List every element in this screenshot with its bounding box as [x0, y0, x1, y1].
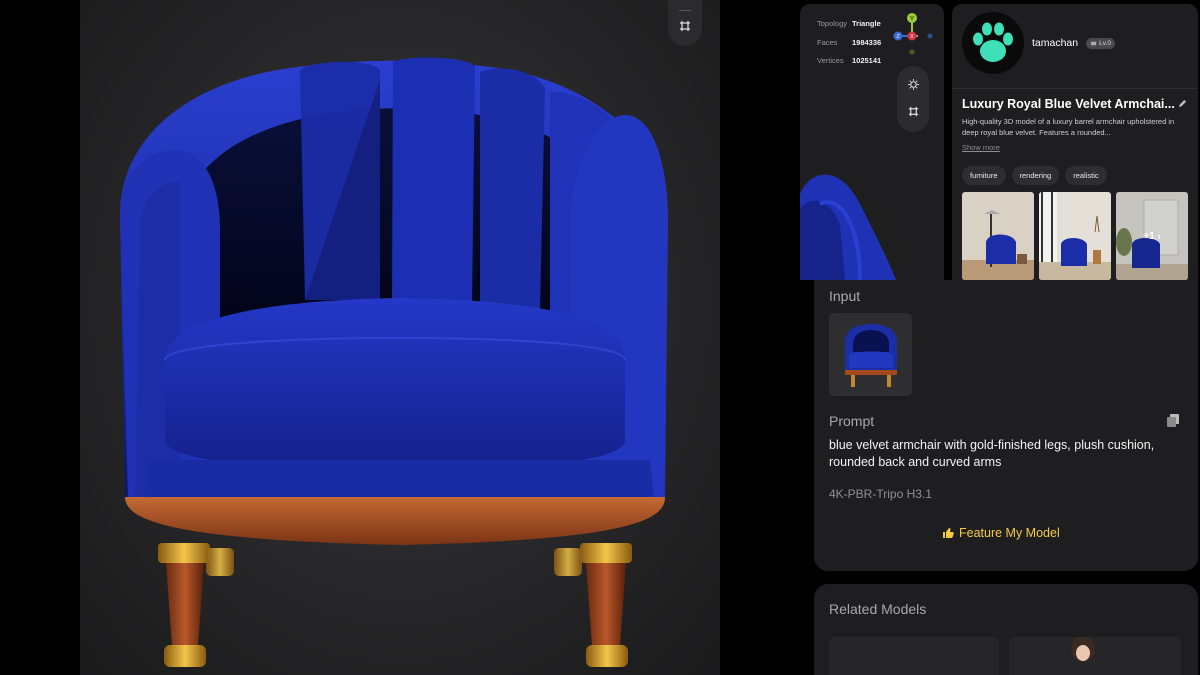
level-text: Lv.0	[1099, 39, 1111, 47]
gallery: +1 ›	[962, 192, 1188, 280]
grid-settings-icon[interactable]	[908, 104, 919, 122]
info-divider	[952, 88, 1198, 89]
level-badge: Lv.0	[1086, 37, 1115, 49]
input-label: Input	[829, 288, 861, 304]
mesh-stats: Topology Triangle Faces 1984336 Vertices…	[817, 15, 881, 71]
stat-row: Faces 1984336	[817, 34, 881, 53]
toolbar-divider	[679, 10, 691, 11]
gallery-thumbnail[interactable]	[962, 192, 1034, 280]
tag-chip[interactable]: rendering	[1011, 166, 1060, 185]
model-viewer[interactable]	[80, 0, 720, 675]
paw-icon	[973, 22, 1013, 62]
author-name[interactable]: tamachan	[1032, 37, 1078, 49]
prompt-text: blue velvet armchair with gold-finished …	[829, 438, 1155, 469]
generation-details: Input Prompt blue velvet armchair with g…	[814, 280, 1198, 571]
model-description: High-quality 3D model of a luxury barrel…	[962, 117, 1175, 137]
stat-value: 1025141	[852, 56, 882, 65]
more-images-overlay[interactable]: +1 ›	[1116, 192, 1188, 280]
related-models-label: Related Models	[829, 601, 927, 617]
related-model-card[interactable]	[1009, 637, 1181, 675]
badge-icon	[1091, 41, 1097, 45]
tag-chip[interactable]: realistic	[1065, 166, 1107, 185]
input-image[interactable]	[829, 313, 912, 396]
prompt-label: Prompt	[829, 413, 875, 429]
gizmo-y-label: Y	[910, 17, 914, 23]
related-model-card[interactable]	[829, 637, 999, 675]
model-info-card: tamachan Lv.0 Luxury Royal Blue Velvet A…	[952, 4, 1198, 280]
inspector-preview	[800, 174, 896, 280]
more-images-count: +1	[1143, 230, 1155, 242]
show-more-link[interactable]: Show more	[962, 143, 1000, 152]
stat-value: Triangle	[852, 19, 881, 28]
axis-gizmo-icon[interactable]: Y Z X	[890, 12, 936, 56]
gallery-thumbnail[interactable]: +1 ›	[1116, 192, 1188, 280]
stat-value: 1984336	[852, 37, 882, 47]
left-margin	[0, 0, 80, 675]
feature-model-button[interactable]: Feature My Model	[942, 526, 1060, 540]
engine-label: 4K-PBR-Tripo H3.1	[829, 487, 932, 501]
thumbs-up-icon	[943, 528, 954, 538]
armchair-render	[120, 57, 669, 667]
avatar[interactable]	[962, 12, 1024, 74]
inspector-toolbar	[897, 66, 929, 132]
related-models-section: Related Models	[814, 584, 1198, 675]
stat-key: Faces	[817, 37, 838, 47]
author-row[interactable]: tamachan Lv.0	[962, 12, 1115, 74]
chevron-right-icon: ›	[1157, 231, 1161, 241]
lighting-icon[interactable]	[907, 77, 919, 95]
grid-settings-icon[interactable]	[679, 19, 691, 37]
gallery-thumbnail[interactable]	[1039, 192, 1111, 280]
model-title: Luxury Royal Blue Velvet Armchai...	[962, 97, 1175, 111]
stat-key: Vertices	[817, 56, 844, 65]
feature-button-label: Feature My Model	[959, 526, 1060, 540]
viewer-toolbar[interactable]	[668, 0, 702, 46]
copy-icon[interactable]	[1167, 414, 1179, 427]
tag-chip[interactable]: furniture	[962, 166, 1006, 185]
stat-row: Topology Triangle	[817, 15, 881, 34]
stat-row: Vertices 1025141	[817, 52, 881, 71]
tag-list: furniture rendering realistic	[962, 166, 1107, 185]
right-margin	[720, 0, 800, 675]
stat-key: Topology	[817, 19, 848, 28]
gizmo-x-label: X	[910, 34, 914, 40]
edit-icon[interactable]	[1178, 99, 1187, 108]
input-chair-image	[844, 323, 897, 387]
